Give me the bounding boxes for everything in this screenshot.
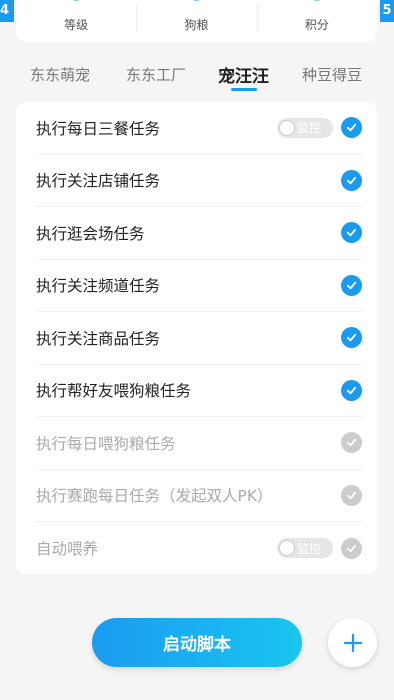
tab-bar: 东东萌宠 东东工厂 宠汪汪 种豆得豆 [16, 60, 377, 96]
task-label: 执行关注店铺任务 [36, 172, 161, 191]
corner-badge-left-text: 4 [0, 3, 10, 18]
stat-level-label: 等级 [64, 18, 89, 32]
toggle-label: 监控 [297, 541, 322, 556]
tab-dongdong-pet[interactable]: 东东萌宠 [30, 64, 90, 85]
corner-badge-right: 5 [380, 0, 394, 22]
stats-card: - 等级 - 狗粮 - 积分 [16, 0, 377, 42]
check-icon[interactable] [341, 484, 362, 506]
monitor-toggle[interactable]: 监控 [277, 117, 333, 138]
task-row[interactable]: 自动喂养 监控 [36, 522, 362, 575]
task-row[interactable]: 执行关注频道任务 [36, 260, 362, 312]
stat-points-label: 积分 [304, 18, 329, 32]
plus-icon [343, 633, 362, 652]
task-label: 执行帮好友喂狗粮任务 [36, 382, 192, 401]
tab-dongdong-factory[interactable]: 东东工厂 [126, 64, 186, 85]
stat-level: - 等级 [16, 0, 136, 42]
task-row[interactable]: 执行每日喂狗粮任务 [36, 417, 362, 470]
task-label: 执行每日喂狗粮任务 [36, 434, 176, 453]
toggle-knob [279, 540, 295, 557]
task-row[interactable]: 执行逛会场任务 [36, 207, 362, 260]
task-row[interactable]: 执行关注商品任务 [36, 312, 362, 365]
task-label: 执行关注频道任务 [36, 277, 161, 296]
toggle-label: 监控 [297, 121, 322, 136]
add-button[interactable] [328, 618, 377, 667]
stat-points: - 积分 [256, 0, 377, 42]
task-label: 执行每日三餐任务 [36, 119, 161, 138]
check-icon[interactable] [341, 327, 362, 349]
task-label: 执行赛跑每日任务（发起双人PK） [36, 487, 273, 506]
monitor-toggle[interactable]: 监控 [277, 538, 333, 559]
stat-dog-food-label: 狗粮 [184, 18, 209, 32]
tab-active-indicator [231, 88, 257, 91]
corner-badge-left: 4 [0, 0, 14, 22]
corner-badge-right-text: 5 [382, 3, 392, 18]
check-icon[interactable] [341, 169, 362, 191]
task-row[interactable]: 执行赛跑每日任务（发起双人PK） [36, 470, 362, 522]
stat-dog-food: - 狗粮 [136, 0, 256, 42]
check-icon[interactable] [341, 117, 362, 139]
toggle-knob [279, 119, 295, 136]
task-row[interactable]: 执行每日三餐任务 监控 [36, 102, 362, 155]
check-icon[interactable] [341, 274, 362, 296]
check-icon[interactable] [341, 222, 362, 244]
task-row[interactable]: 执行帮好友喂狗粮任务 [36, 365, 362, 417]
task-label: 自动喂养 [36, 540, 99, 559]
start-script-button[interactable]: 启动脚本 [92, 618, 302, 667]
check-icon[interactable] [341, 432, 362, 454]
stat-level-value: - [16, 0, 136, 7]
task-row[interactable]: 执行关注店铺任务 [36, 155, 362, 207]
tab-plant-beans[interactable]: 种豆得豆 [302, 64, 362, 85]
task-list: 执行每日三餐任务 监控 执行关注店铺任务 执行逛会场任务 执行关注频道任务 执行… [16, 102, 377, 574]
tab-pet-wangwang[interactable]: 宠汪汪 [218, 62, 269, 87]
task-label: 执行逛会场任务 [36, 224, 145, 243]
task-label: 执行关注商品任务 [36, 329, 161, 348]
check-icon[interactable] [341, 379, 362, 401]
stat-dog-food-value: - [136, 0, 256, 7]
check-icon[interactable] [341, 537, 362, 559]
stat-points-value: - [257, 0, 377, 7]
